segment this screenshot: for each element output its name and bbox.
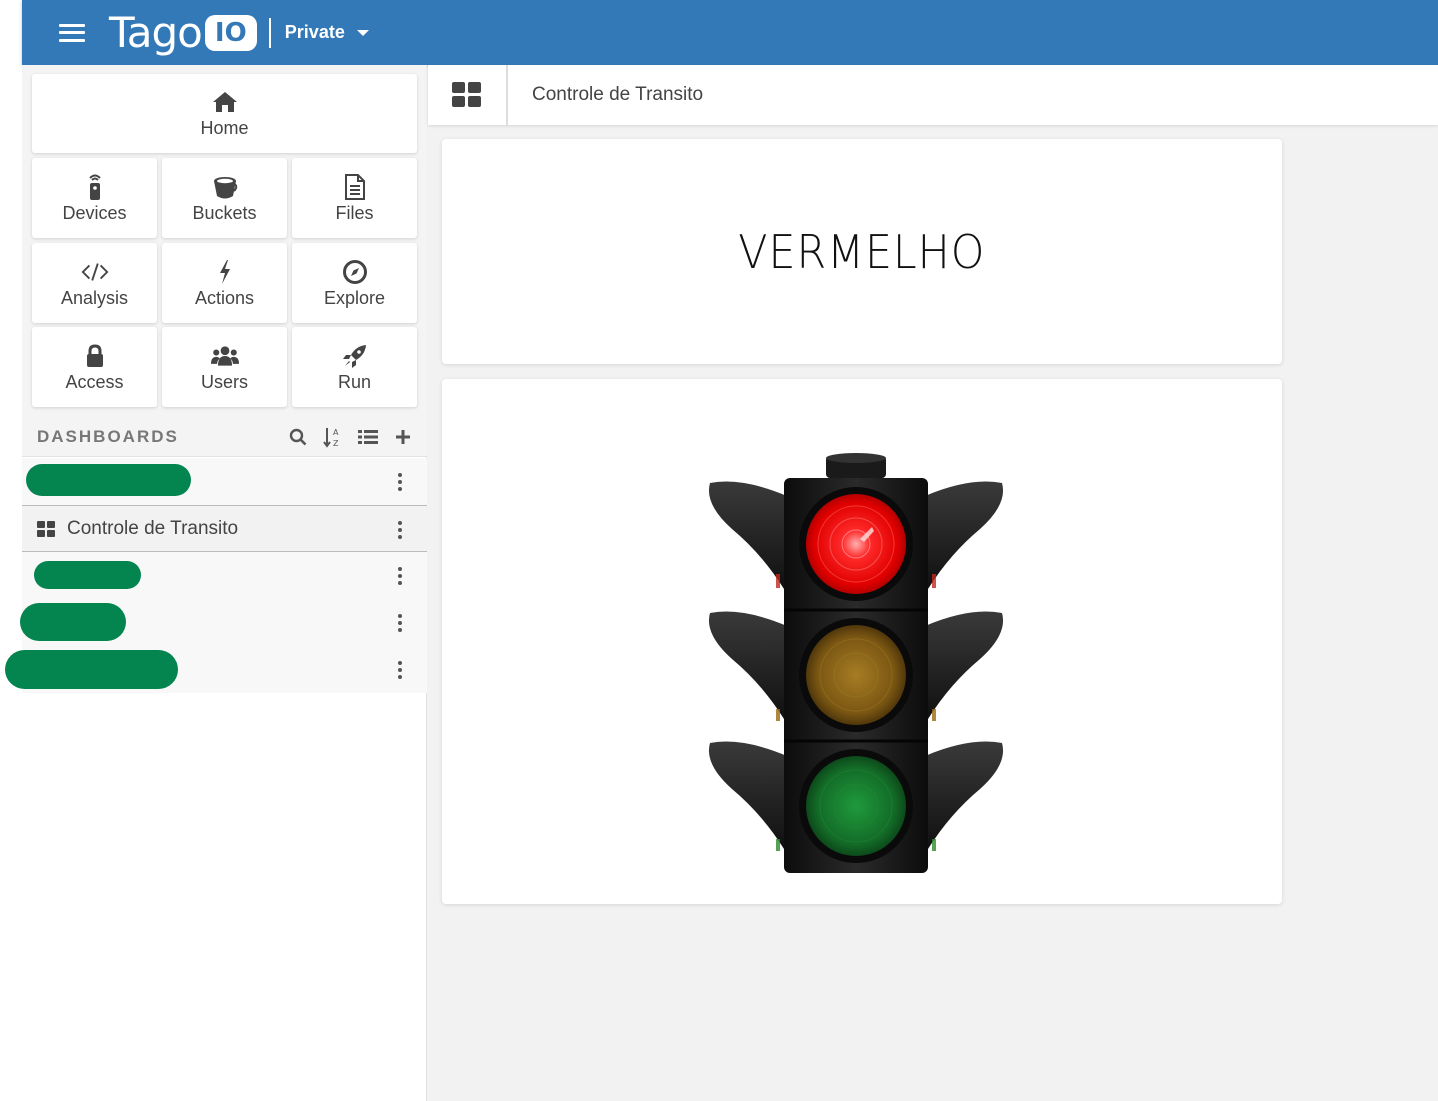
list-icon[interactable] xyxy=(358,427,378,447)
sidebar-item-label: Users xyxy=(200,371,248,392)
home-icon xyxy=(211,88,239,116)
redaction-mark xyxy=(34,561,141,589)
code-icon xyxy=(81,258,109,286)
sidebar-item-label: Analysis xyxy=(60,287,129,308)
device-icon xyxy=(81,173,109,201)
redaction-mark xyxy=(26,464,191,496)
users-icon xyxy=(210,342,239,370)
sidebar-item-label: Run xyxy=(337,371,372,392)
dashboards-title: DASHBOARDS xyxy=(37,426,179,446)
top-navigation-bar: Tago IO Private xyxy=(22,0,1438,65)
list-item[interactable] xyxy=(22,552,427,599)
sidebar-item-label: Devices xyxy=(62,202,127,223)
dashboard-header: Controle de Transito xyxy=(428,65,1438,125)
image-widget xyxy=(442,379,1282,904)
list-item-active[interactable]: Controle de Transito xyxy=(22,505,427,552)
kebab-menu-icon[interactable] xyxy=(397,661,403,679)
rocket-icon xyxy=(341,342,369,370)
redaction-mark xyxy=(5,650,178,689)
display-value: VERMELHO xyxy=(738,224,986,279)
hamburger-menu-icon[interactable] xyxy=(59,22,85,44)
logo-badge: IO xyxy=(204,14,257,51)
list-item[interactable] xyxy=(5,646,427,693)
sidebar-item-label: Files xyxy=(335,202,374,223)
kebab-menu-icon[interactable] xyxy=(397,521,403,539)
page-title: Controle de Transito xyxy=(532,84,704,105)
bolt-icon xyxy=(211,258,239,286)
sidebar-item-files[interactable]: Files xyxy=(292,158,417,238)
kebab-menu-icon[interactable] xyxy=(397,567,403,585)
compass-icon xyxy=(341,258,369,286)
profile-name: Private xyxy=(284,22,345,42)
sidebar-item-users[interactable]: Users xyxy=(162,327,287,407)
sort-alpha-icon[interactable]: AZ xyxy=(323,427,343,448)
logo-text: Tago xyxy=(109,7,203,57)
sidebar: Home Devices Buckets Files Analysis Acti… xyxy=(5,65,427,1101)
window-left-gutter xyxy=(0,0,22,1101)
green-lamp xyxy=(806,756,906,856)
svg-text:A: A xyxy=(333,428,339,437)
traffic-light-image xyxy=(708,453,1004,873)
profile-selector[interactable]: Private xyxy=(285,22,369,43)
display-widget: VERMELHO xyxy=(442,139,1282,364)
file-icon xyxy=(341,173,369,201)
sidebar-item-buckets[interactable]: Buckets xyxy=(162,158,287,238)
sidebar-item-devices[interactable]: Devices xyxy=(32,158,157,238)
lock-icon xyxy=(81,342,109,370)
list-item[interactable] xyxy=(22,458,427,505)
sidebar-item-analysis[interactable]: Analysis xyxy=(32,243,157,323)
sidebar-item-explore[interactable]: Explore xyxy=(292,243,417,323)
sidebar-item-label: Access xyxy=(65,371,124,392)
kebab-menu-icon[interactable] xyxy=(397,614,403,632)
logo-separator xyxy=(268,17,271,48)
sidebar-item-label: Actions xyxy=(194,287,255,308)
dashboard-list: Controle de Transito xyxy=(5,458,427,693)
dashboard-grid-icon[interactable] xyxy=(428,65,508,125)
sidebar-item-home[interactable]: Home xyxy=(32,74,417,153)
dashboards-header: DASHBOARDS AZ xyxy=(22,417,427,457)
sidebar-item-label: Buckets xyxy=(192,202,257,223)
sidebar-item-label: Explore xyxy=(323,287,386,308)
bucket-icon xyxy=(211,173,239,201)
sidebar-item-label: Home xyxy=(200,118,249,138)
dashboard-grid-icon xyxy=(37,520,55,537)
dashboard-label: Controle de Transito xyxy=(67,517,239,539)
list-item[interactable] xyxy=(20,599,427,646)
yellow-lamp xyxy=(806,625,906,725)
tagoio-logo[interactable]: Tago IO xyxy=(109,7,257,57)
sidebar-item-run[interactable]: Run xyxy=(292,327,417,407)
redaction-mark xyxy=(20,603,126,641)
red-lamp xyxy=(806,494,906,594)
dashboards-toolbar: AZ xyxy=(288,417,413,457)
kebab-menu-icon[interactable] xyxy=(397,473,403,491)
svg-text:Z: Z xyxy=(333,439,339,448)
sidebar-item-actions[interactable]: Actions xyxy=(162,243,287,323)
search-icon[interactable] xyxy=(288,427,308,447)
plus-icon[interactable] xyxy=(393,427,413,447)
chevron-down-icon xyxy=(356,29,369,36)
sidebar-item-access[interactable]: Access xyxy=(32,327,157,407)
